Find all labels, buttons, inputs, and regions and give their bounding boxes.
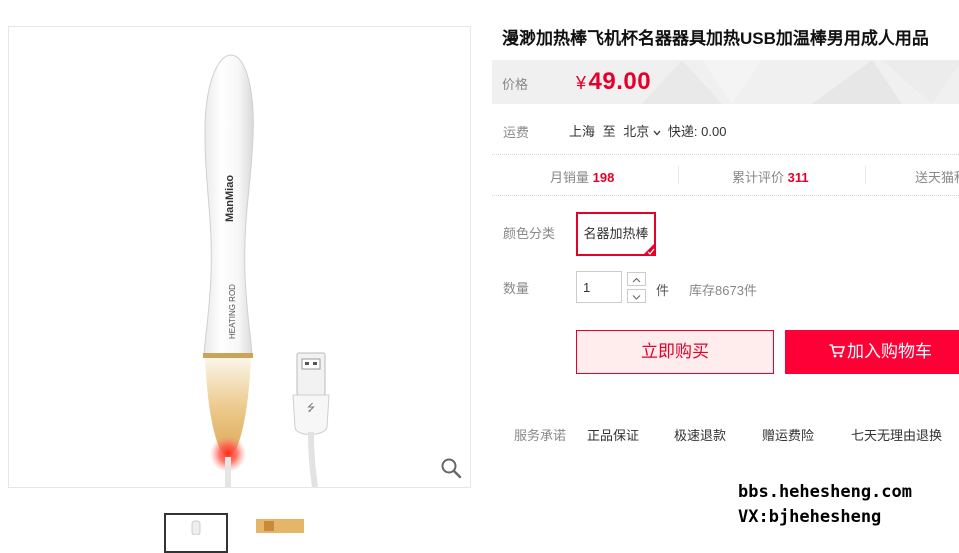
review-count-label: 累计评价 [732, 170, 785, 185]
service-genuine[interactable]: 正品保证 [587, 425, 639, 444]
monthly-sales-label: 月销量 [550, 170, 590, 185]
express-fee: 快递: 0.00 [667, 124, 727, 139]
quantity-unit: 件 [656, 283, 670, 298]
services-label: 服务承诺 [514, 428, 567, 443]
watermark-line-2: VX:bjhehesheng [738, 507, 882, 527]
quantity-decrease-button[interactable] [627, 289, 646, 303]
quantity-label: 数量 [503, 281, 530, 296]
destination-text: 北京 [623, 124, 650, 139]
add-to-cart-label: 加入购物车 [847, 342, 932, 361]
chevron-down-icon [653, 130, 661, 136]
sku-option-selected[interactable]: 名器加热棒 [576, 212, 656, 256]
shipping-label: 运费 [503, 125, 530, 140]
rod-label-text: HEATING ROD [228, 284, 237, 339]
buy-now-button[interactable]: 立即购买 [576, 330, 774, 374]
thumbnail-rod-image [191, 520, 201, 536]
product-photo: ManMiao HEATING ROD ⭍ [203, 54, 330, 487]
rod-brand-text: ManMiao [224, 175, 236, 222]
corner-check-icon [643, 243, 655, 255]
thumbnail-1[interactable] [164, 513, 228, 553]
points-info: 送天猫积 [915, 170, 959, 185]
service-shipping-insurance[interactable]: 赠运费险 [762, 425, 814, 444]
shipping-row: 上海 至 北京 快递: 0.00 [569, 121, 730, 140]
service-fast-refund[interactable]: 极速退款 [674, 425, 726, 444]
sku-option-text: 名器加热棒 [583, 226, 649, 241]
stats-bar: 月销量 198 累计评价 311 送天猫积 [492, 154, 959, 196]
chevron-down-icon [632, 295, 641, 300]
magnifier-icon[interactable] [440, 457, 462, 479]
watermark-line-1: bbs.hehesheng.com [738, 482, 912, 502]
quantity-increase-button[interactable] [627, 272, 646, 286]
stock-count: 库存8673件 [689, 283, 757, 298]
thumbnail-2[interactable] [250, 513, 314, 553]
sku-label: 颜色分类 [503, 226, 556, 241]
product-title: 漫渺加热棒飞机杯名器器具加热USB加温棒男用成人用品 [502, 29, 929, 48]
stat-divider [865, 166, 866, 184]
price-label: 价格 [502, 77, 529, 92]
review-count-value: 311 [787, 170, 809, 185]
thumbnail-package-image [256, 519, 304, 533]
destination-select[interactable]: 北京 [623, 124, 664, 139]
chevron-up-icon [632, 277, 641, 283]
svg-text:⭍: ⭍ [307, 402, 315, 414]
quantity-input[interactable] [576, 271, 622, 303]
product-main-image[interactable]: ManMiao HEATING ROD ⭍ [8, 26, 471, 488]
monthly-sales-value: 198 [592, 170, 615, 185]
add-to-cart-button[interactable]: 加入购物车 [785, 330, 959, 374]
stat-divider [678, 166, 679, 184]
ship-to-word: 至 [602, 124, 616, 139]
service-seven-day-return[interactable]: 七天无理由退换 [851, 425, 942, 444]
ship-from: 上海 [569, 124, 596, 139]
price-value: ¥49.00 [576, 68, 651, 96]
review-count[interactable]: 累计评价 311 [732, 167, 809, 186]
cart-icon [829, 344, 845, 358]
monthly-sales: 月销量 198 [550, 167, 614, 186]
price-bar: 价格 ¥49.00 [492, 60, 959, 104]
price-amount: 49.00 [588, 68, 652, 95]
price-bar-pattern [642, 60, 959, 104]
currency-symbol: ¥ [576, 73, 587, 93]
